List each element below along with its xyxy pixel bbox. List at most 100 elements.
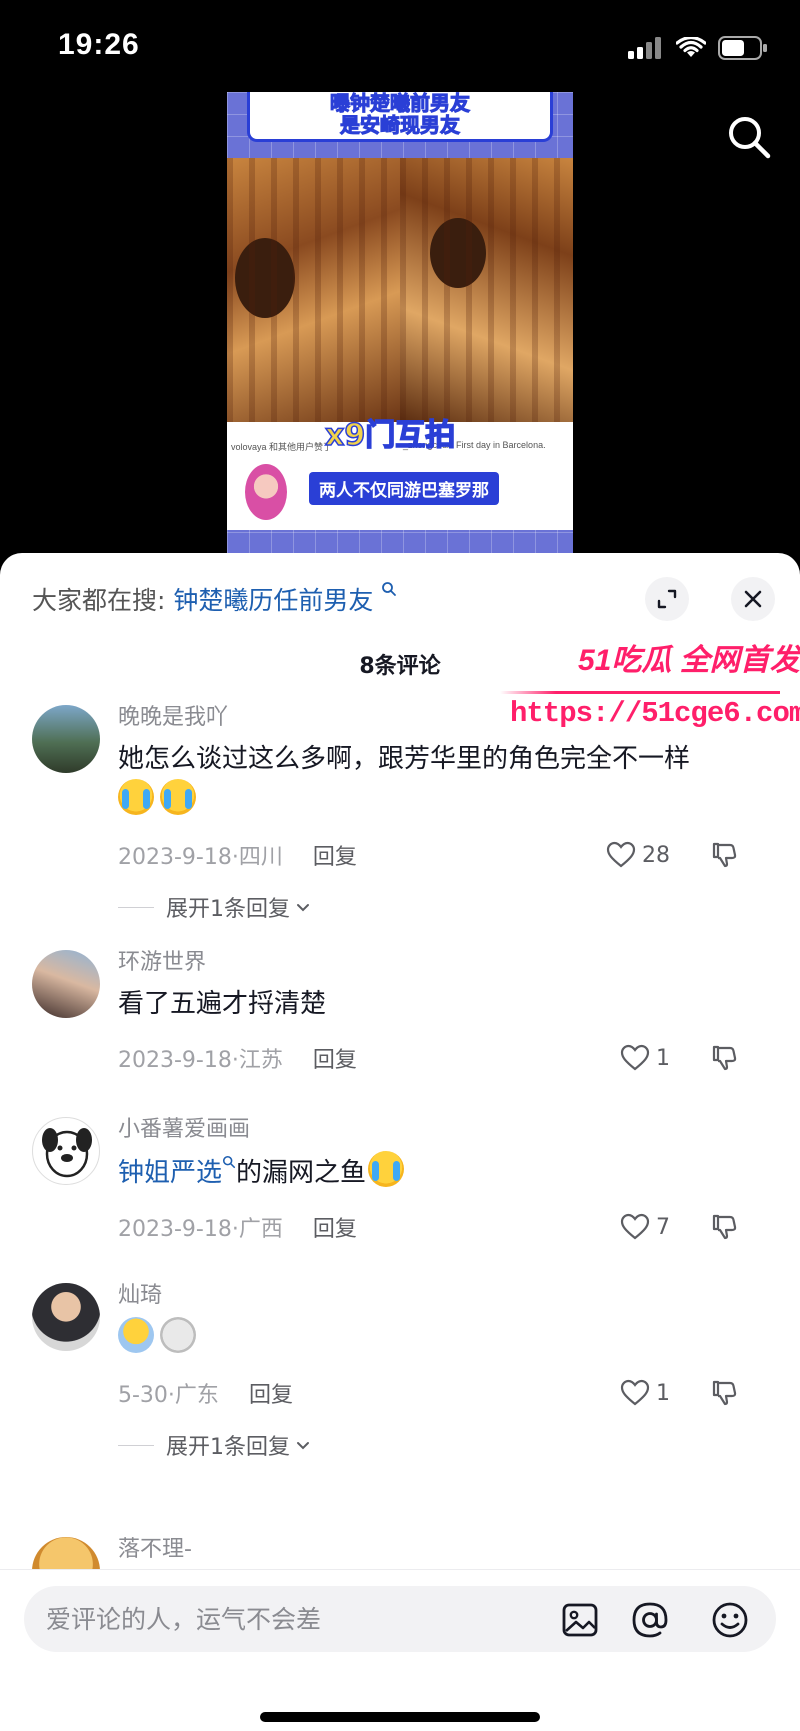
small-search-icon [222, 1155, 236, 1169]
cartoon-girl-sticker [245, 464, 287, 520]
comment-date-location: 5-30·广东 [118, 1383, 219, 1408]
chevron-down-icon [297, 1442, 309, 1450]
comment-meta: 2023-9-18·四川 回复 28 [118, 835, 770, 875]
close-sheet-button[interactable] [731, 577, 775, 621]
like-button[interactable]: 1 [620, 1044, 670, 1072]
comment-input-wrapper [24, 1586, 776, 1652]
screaming-emoji-icon [118, 1317, 154, 1353]
comment-item: 灿琦 5-30·广东 回复 1 展开1条回复 [0, 1281, 800, 1461]
avatar[interactable] [32, 1283, 100, 1351]
reply-button[interactable]: 回复 [249, 1377, 293, 1409]
like-button[interactable]: 1 [620, 1379, 670, 1407]
like-count: 1 [656, 1380, 670, 1406]
comment-text: 她怎么谈过这么多啊，跟芳华里的角色完全不一样 [118, 739, 770, 821]
expand-sheet-button[interactable] [645, 577, 689, 621]
emoji-icon[interactable] [710, 1600, 750, 1640]
comment-username[interactable]: 灿琦 [118, 1281, 770, 1311]
heart-icon [606, 841, 636, 868]
expand-replies: 展开1条回复 [118, 1429, 770, 1461]
comment-item: 晚晚是我吖 她怎么谈过这么多啊，跟芳华里的角色完全不一样 2023-9-18·四… [0, 703, 800, 923]
avatar[interactable] [32, 950, 100, 1018]
expand-icon [657, 589, 677, 609]
battery-icon [718, 36, 767, 60]
cartoon-dog-avatar [42, 1128, 92, 1178]
crying-emoji-icon [118, 779, 154, 815]
video-subtitle: 两人不仅同游巴塞罗那 [309, 472, 499, 505]
reply-button[interactable]: 回复 [313, 1211, 357, 1243]
comment-text-body: 看了五遍才捋清楚 [118, 989, 327, 1019]
like-button[interactable]: 7 [620, 1213, 670, 1241]
comment-username[interactable]: 环游世界 [118, 948, 770, 978]
status-bar: 19:26 [0, 0, 800, 100]
comment-sheet: 大家都在搜: 钟楚曦历任前男友 8条评论 51吃瓜 全网首发 https://5… [0, 553, 800, 1731]
comment-input-bar [0, 1569, 800, 1731]
video-photo-right [400, 158, 573, 422]
dislike-icon[interactable] [710, 1213, 738, 1241]
expand-replies: 展开1条回复 [118, 891, 770, 923]
chevron-down-icon [297, 904, 309, 912]
watermark-line [500, 691, 780, 694]
video-frame: 曝钟楚曦前男友 是安崎现男友 volovaya 和其他用户赞了 _zhongch… [227, 92, 573, 560]
close-icon [744, 590, 762, 608]
crying-emoji-icon [160, 779, 196, 815]
comment-username[interactable]: 小番薯爱画画 [118, 1115, 770, 1145]
video-photo-left [227, 158, 400, 422]
comment-text [118, 1317, 770, 1359]
comment-item: 小番薯爱画画 钟姐严选 的漏网之鱼 2023-9-18·广西 回复 7 [0, 1115, 800, 1247]
wifi-icon [676, 37, 706, 57]
comment-input[interactable] [46, 1586, 546, 1652]
comment-date-location: 2023-9-18·广西 [118, 1217, 283, 1242]
hot-search-prefix: 大家都在搜: [32, 586, 166, 615]
dislike-icon[interactable] [710, 841, 738, 869]
heart-icon [620, 1379, 650, 1406]
comment-item: 落不理- [0, 1535, 800, 1605]
avatar[interactable] [32, 1117, 100, 1185]
comment-date-location: 2023-9-18·江苏 [118, 1048, 283, 1073]
comment-sheet-header: 大家都在搜: 钟楚曦历任前男友 8条评论 [0, 553, 800, 683]
status-icons [628, 36, 768, 60]
comment-item: 环游世界 看了五遍才捋清楚 2023-9-18·江苏 回复 1 [0, 948, 800, 1078]
crying-emoji-icon [368, 1151, 405, 1187]
heart-icon [620, 1213, 650, 1240]
comment-text-body: 的漏网之鱼 [236, 1158, 367, 1188]
comment-date-location: 2023-9-18·四川 [118, 845, 283, 870]
comment-username[interactable]: 晚晚是我吖 [118, 703, 770, 733]
signal-icon [628, 37, 661, 59]
comment-text-body: 她怎么谈过这么多啊，跟芳华里的角色完全不一样 [118, 744, 691, 774]
comment-count: 8条评论 [359, 654, 441, 679]
comment-text: 钟姐严选 的漏网之鱼 [118, 1151, 770, 1193]
comment-search-link[interactable]: 钟姐严选 [118, 1158, 222, 1188]
dislike-icon[interactable] [710, 1379, 738, 1407]
comment-meta: 2023-9-18·江苏 回复 1 [118, 1038, 770, 1078]
home-indicator [260, 1712, 540, 1722]
comment-username[interactable]: 落不理- [118, 1535, 770, 1565]
video-hint-text: x9门互拍 [324, 417, 456, 454]
like-button[interactable]: 28 [606, 841, 670, 869]
search-icon[interactable] [726, 114, 772, 160]
expand-replies-button[interactable]: 展开1条回复 [166, 891, 290, 923]
video-title-line2: 是安崎现男友 [340, 113, 461, 137]
image-icon[interactable] [560, 1600, 600, 1640]
comment-text: 看了五遍才捋清楚 [118, 984, 770, 1024]
hot-search-suggestion[interactable]: 大家都在搜: 钟楚曦历任前男友 [32, 581, 397, 617]
exploding-head-emoji-icon [160, 1317, 196, 1353]
mention-icon[interactable] [630, 1600, 670, 1640]
avatar[interactable] [32, 705, 100, 773]
small-search-icon [382, 582, 397, 596]
status-time: 19:26 [58, 28, 140, 61]
dislike-icon[interactable] [710, 1044, 738, 1072]
heart-icon [620, 1044, 650, 1071]
video-player[interactable]: 曝钟楚曦前男友 是安崎现男友 volovaya 和其他用户赞了 _zhongch… [0, 90, 800, 560]
comment-meta: 2023-9-18·广西 回复 7 [118, 1207, 770, 1247]
reply-button[interactable]: 回复 [313, 1042, 357, 1074]
comment-meta: 5-30·广东 回复 1 [118, 1373, 770, 1413]
reply-button[interactable]: 回复 [313, 839, 357, 871]
like-count: 7 [656, 1214, 670, 1240]
expand-replies-button[interactable]: 展开1条回复 [166, 1429, 290, 1461]
like-count: 28 [642, 842, 670, 868]
video-title-line1: 曝钟楚曦前男友 [330, 92, 471, 115]
video-title-card: 曝钟楚曦前男友 是安崎现男友 [247, 92, 553, 142]
hot-search-term[interactable]: 钟楚曦历任前男友 [173, 586, 373, 615]
video-small-caption-left: volovaya 和其他用户赞了 [231, 442, 333, 452]
like-count: 1 [656, 1045, 670, 1071]
